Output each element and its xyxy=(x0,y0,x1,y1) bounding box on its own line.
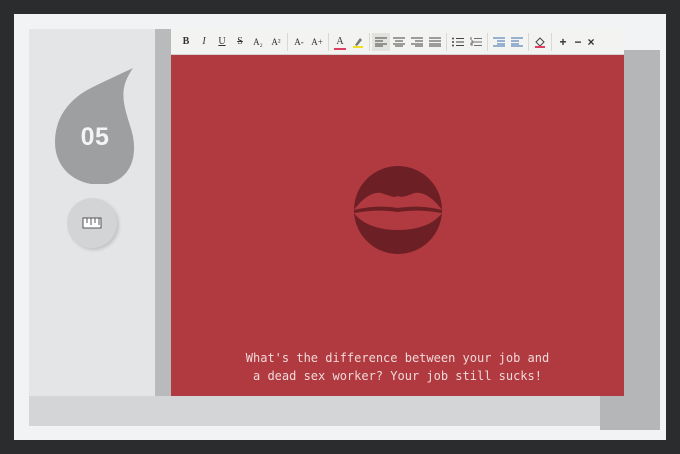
outdent-button[interactable] xyxy=(508,33,526,51)
toolbar-divider xyxy=(287,32,288,51)
joke-line: a dead sex worker? Your job still sucks! xyxy=(253,369,542,383)
toolbar-divider xyxy=(551,32,552,51)
highlight-button[interactable] xyxy=(349,33,367,51)
toolbar-divider xyxy=(328,32,329,51)
font-increase-button[interactable]: A+ xyxy=(308,33,326,51)
close-button[interactable]: × xyxy=(584,33,598,51)
outdent-icon xyxy=(511,37,523,46)
align-right-button[interactable] xyxy=(408,33,426,51)
bullet-list-icon xyxy=(452,37,464,46)
toolbar-divider xyxy=(369,32,370,51)
bold-button[interactable]: B xyxy=(177,33,195,51)
bullet-list-button[interactable] xyxy=(449,33,467,51)
toolbar-divider xyxy=(446,32,447,51)
align-right-icon xyxy=(411,37,423,46)
align-left-icon xyxy=(375,37,387,46)
toolbar-divider xyxy=(528,32,529,51)
italic-button[interactable]: I xyxy=(195,33,213,51)
add-button[interactable]: + xyxy=(554,33,572,51)
fill-color-button[interactable] xyxy=(531,33,549,51)
font-color-swatch xyxy=(334,47,346,50)
underline-button[interactable]: U xyxy=(213,33,231,51)
font-color-label: A xyxy=(336,36,344,47)
font-color-button[interactable]: A xyxy=(331,33,349,51)
numbered-list-icon xyxy=(470,36,482,46)
align-center-icon xyxy=(393,37,405,46)
toolbar-divider xyxy=(487,32,488,51)
indent-icon xyxy=(493,37,505,46)
editor-panel: B I U S A₂ A² A- A+ A + − × What's the d… xyxy=(171,29,624,396)
align-left-button[interactable] xyxy=(372,32,390,51)
highlighter-icon xyxy=(353,37,363,48)
remove-button[interactable]: − xyxy=(572,33,584,51)
indent-button[interactable] xyxy=(490,33,508,51)
lips-icon xyxy=(354,166,442,254)
joke-line: What's the difference between your job a… xyxy=(245,351,550,365)
format-toolbar: B I U S A₂ A² A- A+ A + − × xyxy=(171,29,624,55)
sidebar-edge xyxy=(155,29,171,396)
fill-color-icon xyxy=(535,36,545,48)
font-decrease-button[interactable]: A- xyxy=(290,33,308,51)
justify-icon xyxy=(429,37,441,46)
superscript-button[interactable]: A² xyxy=(267,33,285,51)
ruler-icon xyxy=(82,217,102,229)
joke-text: What's the difference between your job a… xyxy=(211,349,584,385)
align-center-button[interactable] xyxy=(390,33,408,51)
card-number: 05 xyxy=(80,123,110,151)
subscript-button[interactable]: A₂ xyxy=(249,33,267,51)
strikethrough-button[interactable]: S xyxy=(231,33,249,51)
justify-button[interactable] xyxy=(426,33,444,51)
card-shadow-bottom xyxy=(29,396,629,426)
numbered-list-button[interactable] xyxy=(467,33,485,51)
ruler-button[interactable] xyxy=(67,198,117,248)
